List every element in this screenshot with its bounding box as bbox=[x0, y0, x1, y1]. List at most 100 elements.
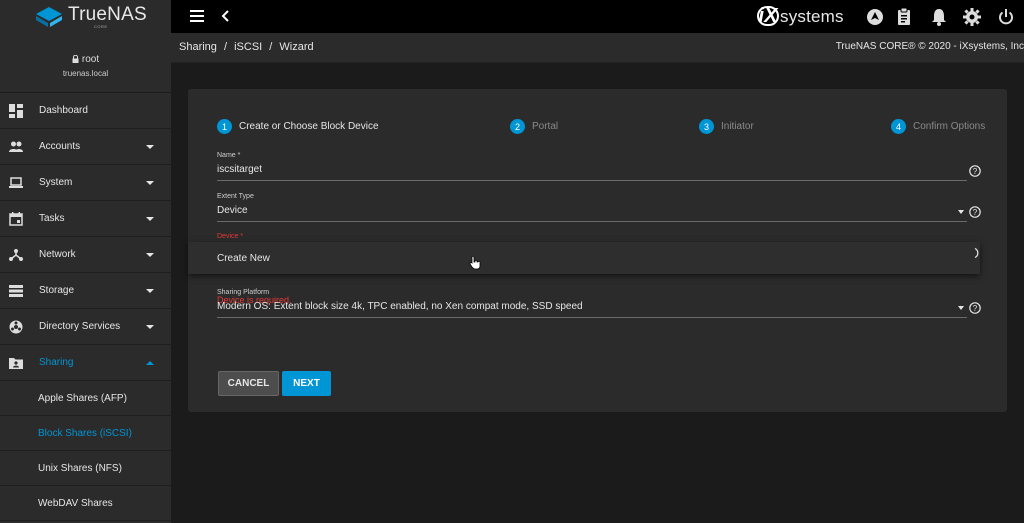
clipboard-icon[interactable] bbox=[895, 8, 913, 26]
power-icon[interactable] bbox=[997, 8, 1015, 26]
step-number: 1 bbox=[217, 119, 232, 134]
sidebar-item-accounts[interactable]: Accounts bbox=[0, 129, 171, 165]
sidebar-subitem-label: Unix Shares (NFS) bbox=[38, 462, 122, 474]
sharing-platform-field[interactable]: Sharing Platform Modern OS: Extent block… bbox=[217, 289, 967, 318]
gear-icon[interactable] bbox=[963, 8, 981, 26]
sidebar-item-tasks[interactable]: Tasks bbox=[0, 201, 171, 237]
extent-type-select[interactable]: Device bbox=[217, 205, 967, 219]
sidebar-item-storage[interactable]: Storage bbox=[0, 273, 171, 309]
extent-type-label: Extent Type bbox=[217, 193, 254, 200]
caret-down-icon bbox=[146, 289, 154, 293]
next-button[interactable]: NEXT bbox=[282, 371, 331, 396]
help-icon[interactable]: ? bbox=[969, 302, 981, 314]
main-content: 1 Create or Choose Block Device 2 Portal… bbox=[171, 63, 1024, 523]
help-icon[interactable]: ? bbox=[969, 165, 981, 177]
breadcrumb: Sharing / iSCSI / Wizard bbox=[179, 41, 318, 53]
sidebar-item-network[interactable]: Network bbox=[0, 237, 171, 273]
svg-text:?: ? bbox=[973, 304, 978, 313]
caret-down-icon bbox=[146, 145, 154, 149]
user-block: root truenas.local bbox=[0, 33, 171, 93]
step-number: 4 bbox=[891, 119, 906, 134]
step-3[interactable]: 3 Initiator bbox=[699, 119, 754, 134]
device-label: Device * bbox=[217, 233, 244, 240]
sharing-platform-underline bbox=[217, 317, 967, 318]
user-name-text: root bbox=[81, 53, 100, 65]
sidebar-item-label: Directory Services bbox=[39, 321, 121, 332]
name-input[interactable]: iscsitarget bbox=[217, 164, 967, 178]
sidebar-item-label: Storage bbox=[39, 285, 75, 296]
caret-up-icon bbox=[146, 361, 154, 365]
ixsystems-logo: iX systems bbox=[757, 6, 844, 27]
breadcrumb-separator: / bbox=[269, 41, 273, 53]
cancel-button[interactable]: CANCEL bbox=[218, 371, 279, 396]
copyright-text: TrueNAS CORE® © 2020 - iXsystems, Inc bbox=[835, 41, 1024, 52]
help-icon-partial bbox=[974, 248, 979, 258]
caret-down-icon[interactable] bbox=[958, 306, 964, 310]
dashboard-icon bbox=[9, 104, 23, 118]
step-label: Create or Choose Block Device bbox=[239, 121, 379, 132]
top-bar: TrueNAS CORE iX systems bbox=[0, 0, 1024, 33]
laptop-icon bbox=[9, 177, 23, 188]
help-icon[interactable]: ? bbox=[969, 206, 981, 218]
sidebar-item-label: Network bbox=[39, 249, 76, 260]
sidebar-subitem-iscsi[interactable]: Block Shares (iSCSI) bbox=[0, 416, 171, 451]
step-2[interactable]: 2 Portal bbox=[510, 119, 558, 134]
app-window: TrueNAS CORE iX systems root truenas.loc… bbox=[0, 0, 1024, 523]
extent-type-underline bbox=[217, 221, 967, 222]
ix-mark: iX bbox=[757, 5, 779, 27]
sidebar-item-label: Sharing bbox=[39, 357, 74, 368]
logo-sub: CORE bbox=[94, 23, 108, 29]
breadcrumb-separator: / bbox=[223, 41, 228, 53]
sidebar-subitem-afp[interactable]: Apple Shares (AFP) bbox=[0, 381, 171, 416]
bell-icon[interactable] bbox=[930, 8, 948, 26]
chevron-left-icon[interactable] bbox=[218, 8, 232, 24]
caret-down-icon bbox=[146, 253, 154, 257]
sidebar-item-label: Accounts bbox=[39, 141, 81, 152]
wizard-stepper: 1 Create or Choose Block Device 2 Portal… bbox=[217, 119, 992, 137]
svg-text:?: ? bbox=[973, 208, 978, 217]
sharing-platform-label: Sharing Platform bbox=[217, 289, 270, 296]
step-label: Confirm Options bbox=[913, 121, 986, 132]
step-label: Initiator bbox=[721, 121, 754, 132]
device-dropdown-option-create-new[interactable]: Create New bbox=[188, 242, 980, 274]
breadcrumb-bar: Sharing / iSCSI / Wizard TrueNAS CORE® ©… bbox=[171, 33, 1024, 63]
dropdown-option-label: Create New bbox=[217, 252, 270, 264]
caret-down-icon bbox=[146, 217, 154, 221]
network-icon bbox=[9, 249, 23, 261]
extent-type-field[interactable]: Extent Type Device bbox=[217, 193, 967, 222]
sidebar-subitem-label: Block Shares (iSCSI) bbox=[38, 427, 132, 439]
breadcrumb-sharing[interactable]: Sharing bbox=[179, 41, 217, 53]
sidebar-subitem-nfs[interactable]: Unix Shares (NFS) bbox=[0, 451, 171, 486]
people-icon bbox=[9, 141, 23, 152]
truecommand-icon[interactable] bbox=[866, 8, 884, 26]
truenas-logo[interactable]: TrueNAS CORE bbox=[0, 0, 171, 33]
name-underline bbox=[217, 180, 967, 181]
name-label: Name * bbox=[217, 152, 241, 159]
name-field[interactable]: Name * iscsitarget bbox=[217, 152, 967, 181]
sidebar-item-label: Dashboard bbox=[39, 105, 88, 116]
step-1[interactable]: 1 Create or Choose Block Device bbox=[217, 119, 379, 134]
sidebar-item-sharing[interactable]: Sharing bbox=[0, 345, 171, 381]
user-name: root bbox=[72, 54, 99, 65]
sidebar-item-directory-services[interactable]: Directory Services bbox=[0, 309, 171, 345]
sharing-icon bbox=[9, 358, 23, 369]
device-field[interactable]: Device * bbox=[217, 233, 967, 240]
caret-down-icon bbox=[146, 325, 154, 329]
logo-name: TrueNAS bbox=[68, 3, 147, 25]
calendar-icon bbox=[9, 212, 23, 226]
breadcrumb-iscsi[interactable]: iSCSI bbox=[234, 41, 262, 53]
sidebar-subitem-webdav[interactable]: WebDAV Shares bbox=[0, 486, 171, 521]
directory-icon bbox=[9, 320, 23, 334]
sidebar-item-system[interactable]: System bbox=[0, 165, 171, 201]
sidebar-subitem-label: Apple Shares (AFP) bbox=[38, 392, 127, 404]
sidebar-item-dashboard[interactable]: Dashboard bbox=[0, 93, 171, 129]
step-4[interactable]: 4 Confirm Options bbox=[891, 119, 985, 134]
sidebar-item-label: System bbox=[39, 177, 73, 188]
truenas-logo-icon bbox=[36, 6, 62, 27]
storage-icon bbox=[9, 285, 23, 297]
hand-cursor-icon bbox=[469, 256, 481, 270]
sidebar-subitem-label: WebDAV Shares bbox=[38, 497, 113, 509]
sharing-platform-select[interactable]: Modern OS: Extent block size 4k, TPC ena… bbox=[217, 301, 967, 315]
caret-down-icon[interactable] bbox=[958, 210, 964, 214]
menu-icon[interactable] bbox=[190, 10, 204, 22]
